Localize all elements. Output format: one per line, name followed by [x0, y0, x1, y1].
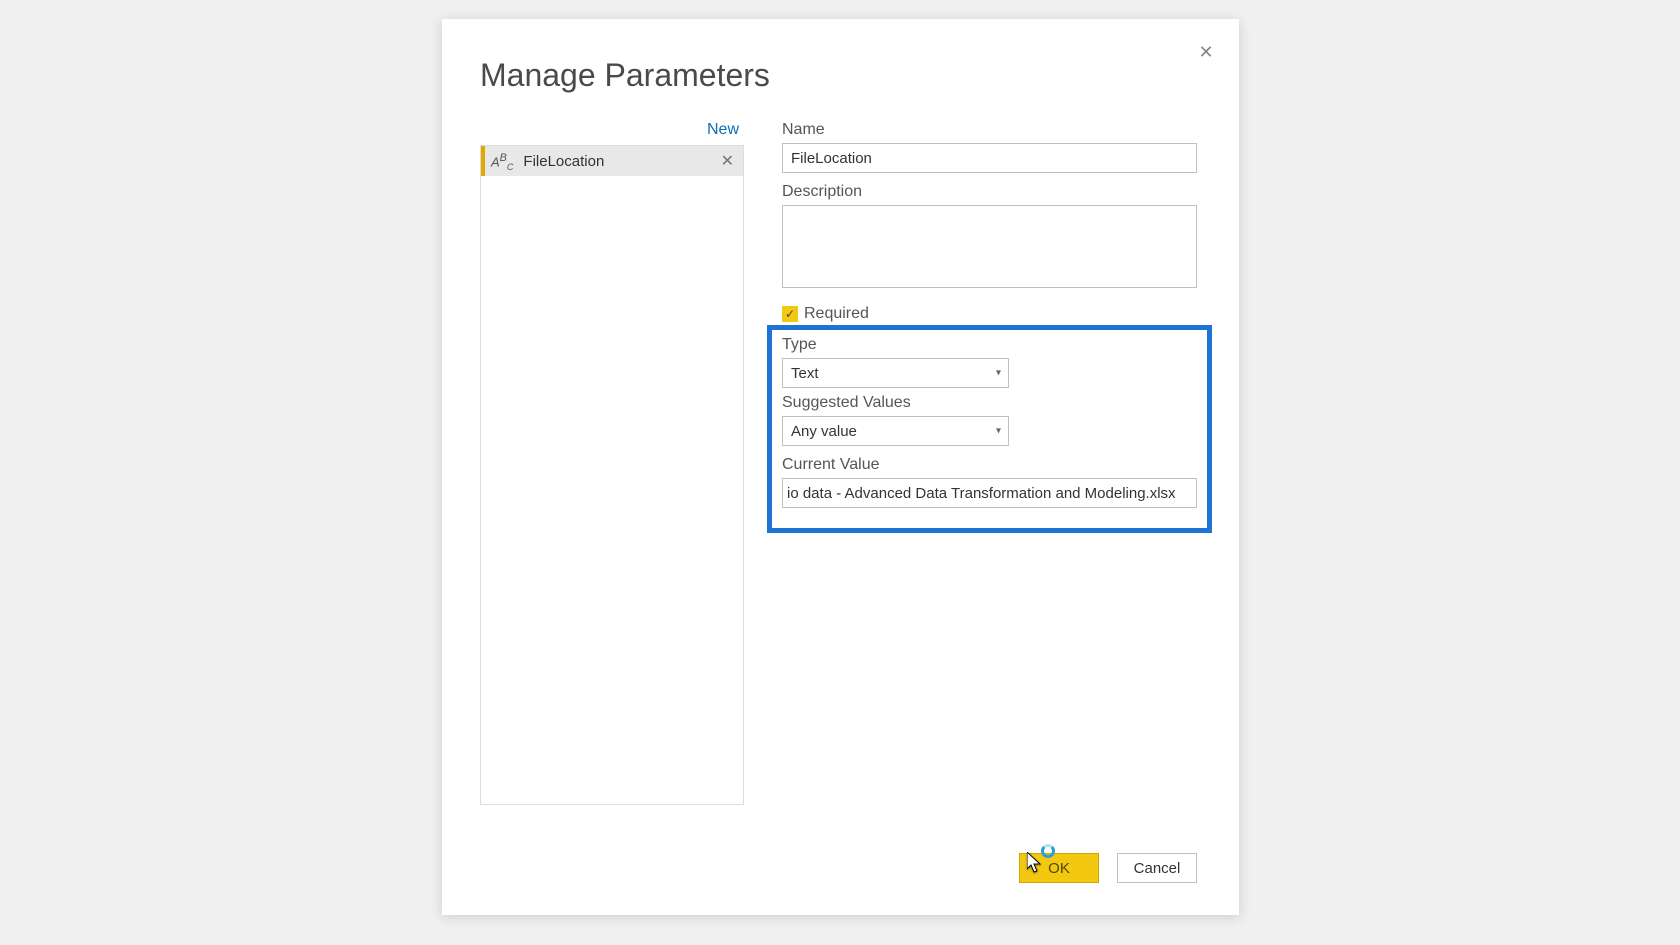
parameter-list: AB FileLocation ✕ [480, 145, 744, 805]
dialog-buttons: OK Cancel [1019, 853, 1197, 883]
description-field: Description [782, 183, 1197, 293]
suggested-values-field: Suggested Values Any value ▾ [782, 394, 1197, 446]
current-value-input[interactable] [782, 478, 1197, 508]
current-value-label: Current Value [782, 456, 1197, 474]
highlighted-section: Type Text ▾ Suggested Values Any value ▾ [767, 325, 1212, 533]
manage-parameters-dialog: ✕ Manage Parameters New AB FileLocation … [442, 19, 1239, 915]
new-parameter-link[interactable]: New [480, 121, 744, 145]
ok-button[interactable]: OK [1019, 853, 1099, 883]
dialog-title: Manage Parameters [480, 57, 770, 94]
remove-parameter-icon[interactable]: ✕ [718, 151, 737, 171]
description-input[interactable] [782, 205, 1197, 288]
parameter-form: Name Description ✓ Required Type Text ▾ [782, 121, 1197, 533]
parameter-item[interactable]: AB FileLocation ✕ [481, 146, 743, 176]
type-label: Type [782, 336, 1197, 354]
type-select[interactable]: Text [782, 358, 1009, 388]
type-select-value: Text [791, 365, 819, 382]
name-field: Name [782, 121, 1197, 173]
description-label: Description [782, 183, 1197, 201]
current-value-field: Current Value [782, 456, 1197, 508]
suggested-values-select[interactable]: Any value [782, 416, 1009, 446]
suggested-values-label: Suggested Values [782, 394, 1197, 412]
parameter-name-label: FileLocation [523, 153, 717, 170]
required-field[interactable]: ✓ Required [782, 305, 1197, 323]
required-checkbox[interactable]: ✓ [782, 306, 798, 322]
close-icon: ✕ [1198, 42, 1213, 63]
text-type-icon: AB [491, 152, 513, 169]
name-input[interactable] [782, 143, 1197, 173]
suggested-values-select-value: Any value [791, 423, 857, 440]
type-field: Type Text ▾ [782, 336, 1197, 388]
cancel-button[interactable]: Cancel [1117, 853, 1197, 883]
required-label: Required [804, 305, 869, 323]
parameters-panel: New AB FileLocation ✕ [480, 121, 744, 802]
close-button[interactable]: ✕ [1191, 37, 1221, 67]
name-label: Name [782, 121, 1197, 139]
